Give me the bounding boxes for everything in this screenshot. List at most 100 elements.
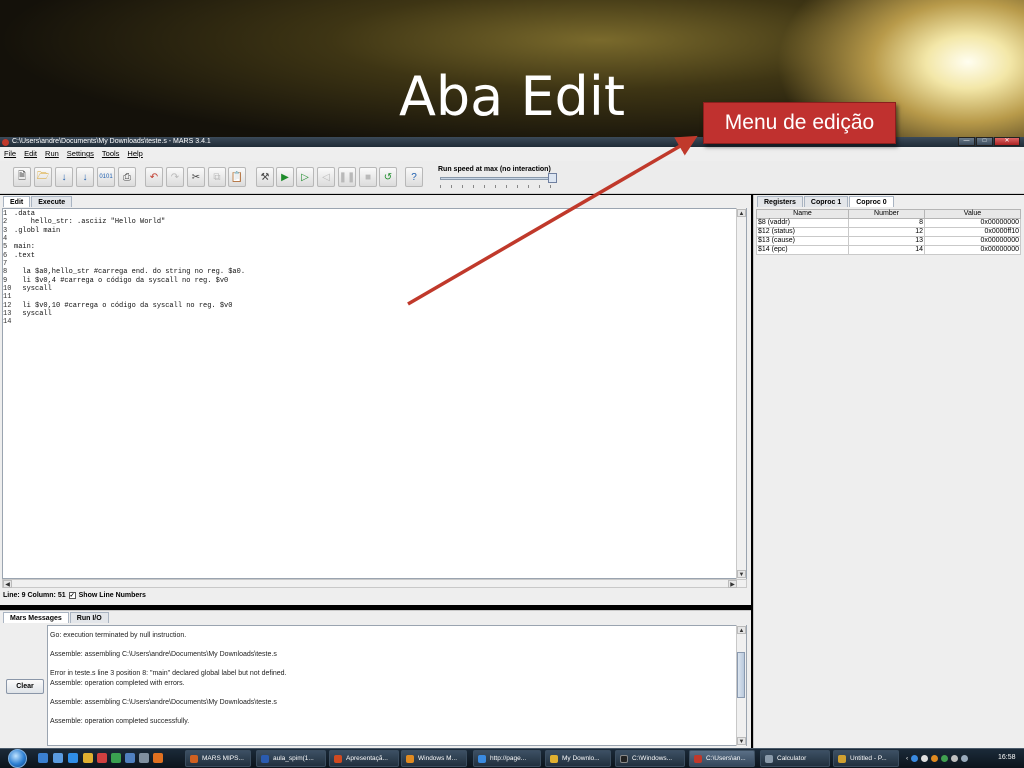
menu-tools[interactable]: Tools [102, 147, 120, 161]
tray-expand-icon[interactable]: ‹ [906, 755, 908, 762]
word-icon [261, 755, 269, 763]
task-mars-window[interactable]: C:\Users\an... [689, 750, 755, 767]
start-button[interactable] [8, 749, 27, 768]
messages-scroll-thumb[interactable] [737, 652, 745, 698]
open-file-icon[interactable]: 🗁 [34, 167, 52, 187]
minimize-button[interactable]: — [958, 137, 975, 146]
col-number[interactable]: Number [848, 209, 925, 219]
menu-edit[interactable]: Edit [24, 147, 37, 161]
new-file-icon[interactable]: 🗎 [13, 167, 31, 187]
save-icon[interactable]: ↓ [55, 167, 73, 187]
menu-run[interactable]: Run [45, 147, 59, 161]
reg-number: 13 [848, 236, 925, 246]
tray-shield-icon[interactable] [921, 755, 929, 762]
task-powerpoint[interactable]: Apresentaçã... [329, 750, 399, 767]
tab-registers[interactable]: Registers [757, 196, 803, 207]
run-icon[interactable]: ▶ [276, 167, 294, 187]
paste-icon[interactable]: 📋 [228, 167, 246, 187]
chrome-icon[interactable] [97, 753, 107, 763]
task-mars[interactable]: MARS MIPS... [185, 750, 251, 767]
run-speed-slider[interactable] [440, 177, 554, 180]
tab-mars-messages[interactable]: Mars Messages [3, 612, 69, 623]
task-calculator[interactable]: Calculator [760, 750, 830, 767]
menu-settings[interactable]: Settings [67, 147, 94, 161]
quicklaunch-app-icon[interactable] [111, 753, 121, 763]
copy-icon[interactable]: ⧉ [208, 167, 226, 187]
step-icon[interactable]: ▷ [296, 167, 314, 187]
source-code[interactable]: .data hello_str: .asciiz "Hello World" .… [14, 210, 245, 318]
ie-icon[interactable] [68, 753, 78, 763]
task-paint[interactable]: Untitled - P... [833, 750, 899, 767]
scroll-up-icon[interactable]: ▲ [737, 209, 746, 217]
paint-icon [838, 755, 846, 763]
callout-label: Menu de edição [703, 102, 896, 144]
cut-icon[interactable]: ✂ [187, 167, 205, 187]
task-cmd[interactable]: C:\Windows... [615, 750, 685, 767]
tab-execute[interactable]: Execute [31, 196, 73, 207]
reg-value[interactable]: 0x00000000 [924, 218, 1021, 228]
reset-icon[interactable]: ↺ [379, 167, 397, 187]
tab-coproc0[interactable]: Coproc 0 [849, 196, 894, 207]
close-button[interactable]: ✕ [994, 137, 1020, 146]
task-browser[interactable]: http://page... [473, 750, 541, 767]
network-icon[interactable] [951, 755, 959, 762]
table-row: $14 (epc) 14 0x00000000 [756, 245, 1021, 255]
stop-icon[interactable]: ■ [359, 167, 377, 187]
tray-app-icon[interactable] [931, 755, 939, 762]
line-number: 4 [3, 235, 8, 244]
quicklaunch-app-icon[interactable] [139, 753, 149, 763]
print-icon[interactable]: ⎙ [118, 167, 136, 187]
editor-vertical-scrollbar[interactable]: ▲ ▼ [736, 208, 746, 579]
tab-edit[interactable]: Edit [3, 196, 31, 207]
task-windows-media[interactable]: Windows M... [401, 750, 467, 767]
folder-icon [550, 755, 558, 763]
firefox-icon[interactable] [153, 753, 163, 763]
volume-icon[interactable] [961, 755, 969, 762]
scroll-left-icon[interactable]: ◀ [3, 580, 12, 588]
task-my-downloads[interactable]: My Downlo... [545, 750, 611, 767]
code-editor[interactable]: 1 2 3 4 5 6 7 8 9 10 11 12 13 14 .data hello_str: .as… [2, 208, 747, 579]
switch-windows-icon[interactable] [53, 753, 63, 763]
save-as-icon[interactable]: ↓ [76, 167, 94, 187]
tab-run-io[interactable]: Run I/O [69, 612, 109, 623]
line-number: 6 [3, 251, 8, 260]
show-line-numbers-checkbox[interactable]: ✓ [68, 592, 76, 599]
clock[interactable]: 16:58 [998, 748, 1016, 768]
reg-name: $12 (status) [756, 227, 849, 237]
menu-bar: File Edit Run Settings Tools Help [0, 147, 1024, 161]
col-value[interactable]: Value [924, 209, 1021, 219]
backstep-icon[interactable]: ◁ [317, 167, 335, 187]
scroll-right-icon[interactable]: ▶ [728, 580, 737, 588]
reg-value[interactable]: 0x0000ff10 [924, 227, 1021, 237]
help-icon[interactable]: ? [405, 167, 423, 187]
reg-value[interactable]: 0x00000000 [924, 245, 1021, 255]
tab-coproc1[interactable]: Coproc 1 [803, 196, 849, 207]
undo-icon[interactable]: ↶ [145, 167, 163, 187]
menu-file[interactable]: File [4, 147, 16, 161]
pause-icon[interactable]: ❚❚ [338, 167, 356, 187]
task-word[interactable]: aula_spim(1... [256, 750, 326, 767]
menu-help[interactable]: Help [127, 147, 142, 161]
tray-app-icon[interactable] [911, 755, 919, 762]
msg-scroll-down-icon[interactable]: ▼ [737, 737, 746, 745]
explorer-icon[interactable] [83, 753, 93, 763]
tray-app-icon[interactable] [941, 755, 949, 762]
quicklaunch-app-icon[interactable] [125, 753, 135, 763]
scroll-down-icon[interactable]: ▼ [737, 570, 746, 578]
editor-horizontal-scrollbar[interactable]: ◀ ▶ [2, 579, 747, 588]
col-name[interactable]: Name [756, 209, 849, 219]
show-line-numbers-label: Show Line Numbers [78, 592, 146, 599]
clear-button[interactable]: Clear [6, 679, 44, 694]
reg-value[interactable]: 0x00000000 [924, 236, 1021, 246]
assemble-icon[interactable]: ⚒ [256, 167, 274, 187]
maximize-button[interactable]: □ [976, 137, 993, 146]
msg-scroll-up-icon[interactable]: ▲ [737, 626, 746, 634]
run-speed-slider-thumb[interactable] [548, 173, 557, 183]
line-number: 3 [3, 226, 8, 235]
line-number: 11 [3, 293, 12, 302]
dump-memory-icon[interactable]: 0101 [97, 167, 115, 187]
redo-icon[interactable]: ↷ [166, 167, 184, 187]
show-desktop-icon[interactable] [38, 753, 48, 763]
reg-name: $8 (vaddr) [756, 218, 849, 228]
line-number: 10 [3, 285, 12, 294]
